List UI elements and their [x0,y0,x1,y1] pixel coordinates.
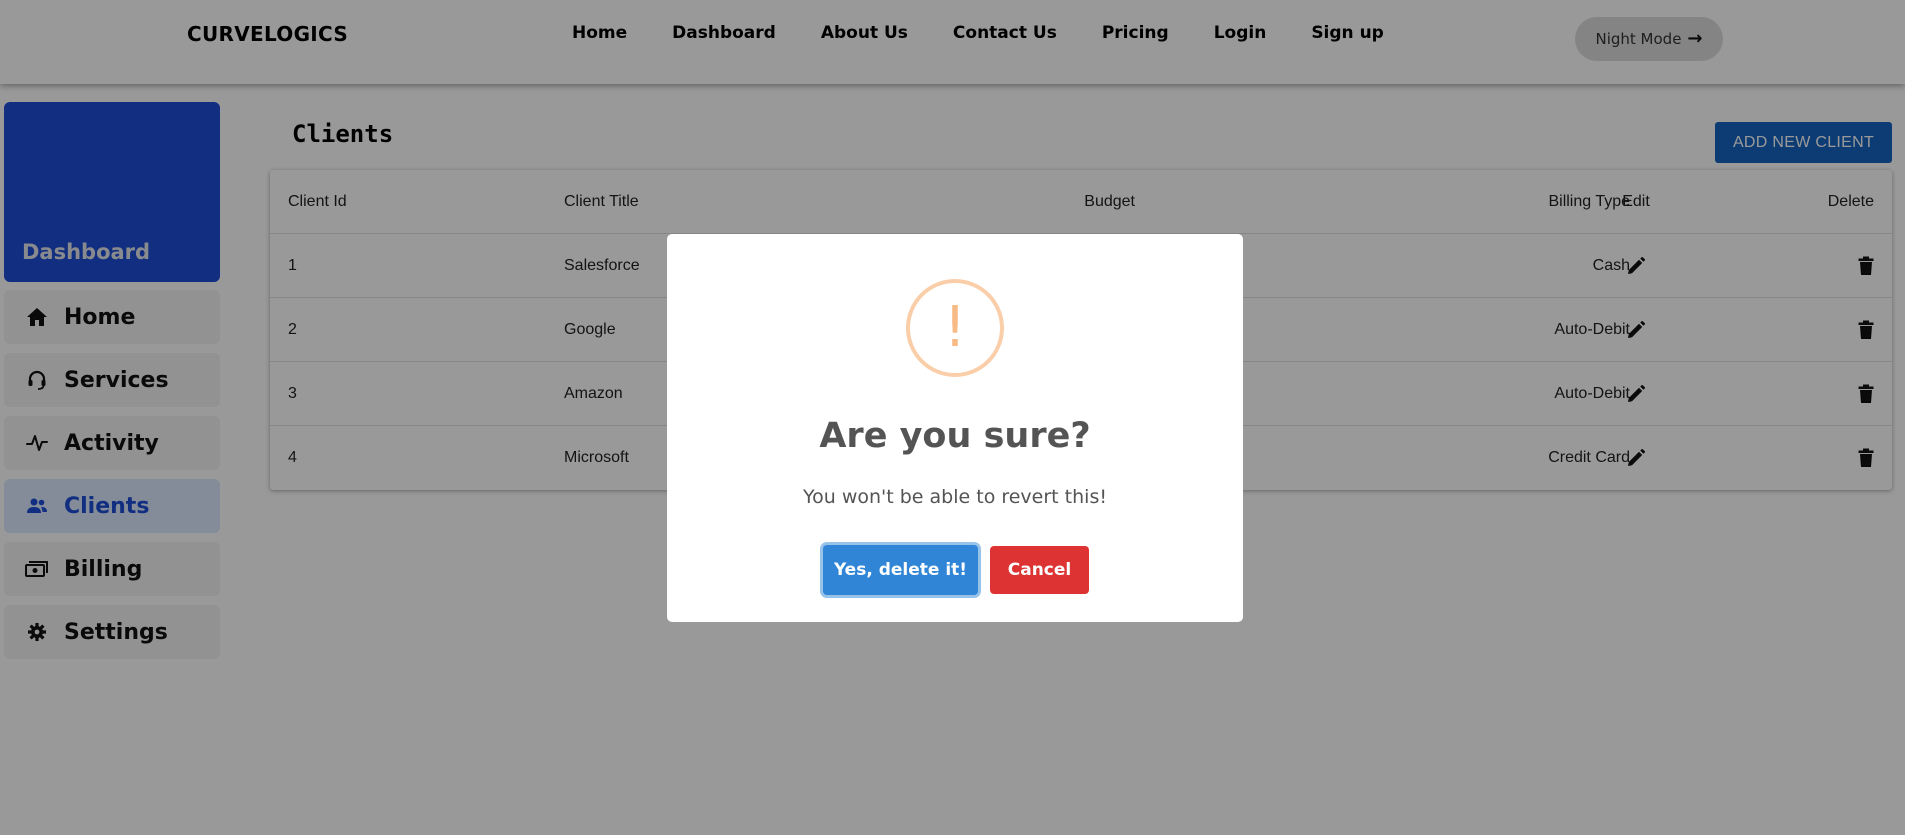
confirm-delete-dialog: ! Are you sure? You won't be able to rev… [667,234,1243,622]
cancel-button[interactable]: Cancel [990,546,1089,594]
warning-icon: ! [906,279,1004,377]
warning-mark: ! [943,295,967,360]
dialog-title: Are you sure? [819,416,1091,456]
dialog-message: You won't be able to revert this! [803,486,1107,508]
confirm-delete-button[interactable]: Yes, delete it! [823,545,978,595]
